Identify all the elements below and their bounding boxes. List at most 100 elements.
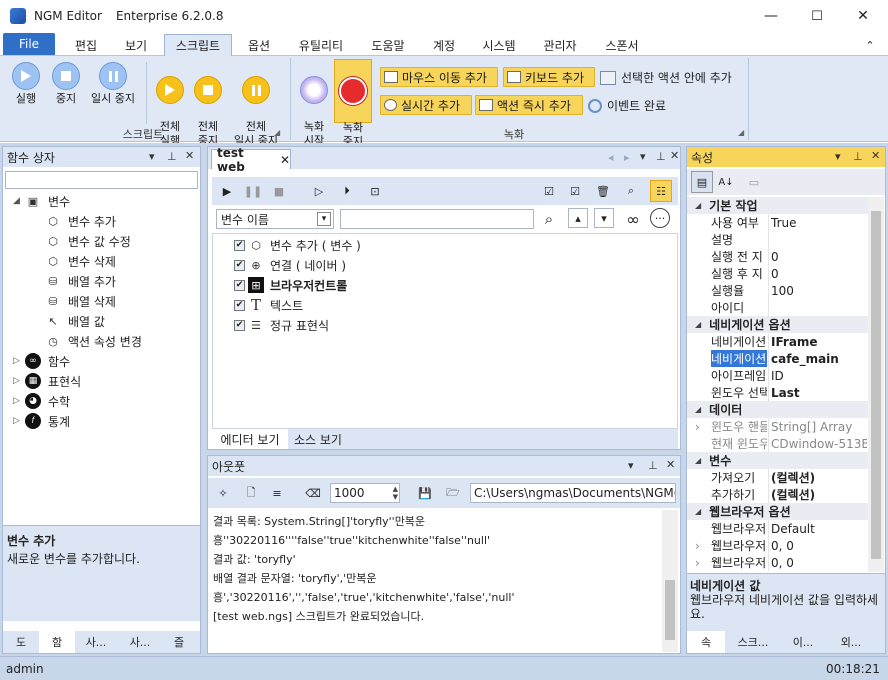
property-value[interactable]: (컬렉션)	[771, 469, 867, 486]
property-row[interactable]: 윈도우 선택 Last	[687, 384, 868, 401]
property-row[interactable]: 실행율 100	[687, 282, 868, 299]
action-item[interactable]: ✔ ⬡ 변수 추가 ( 변수 )	[234, 235, 361, 255]
property-category[interactable]: ◢ 웹브라우저 옵션	[687, 503, 868, 520]
save-icon[interactable]: 💾	[414, 482, 436, 504]
collapse-icon[interactable]: ◢	[695, 405, 701, 414]
property-row[interactable]: 사용 여부 True	[687, 214, 868, 231]
next-tab-icon[interactable]: ▸	[624, 151, 630, 164]
stop-icon[interactable]: ■	[268, 180, 290, 202]
output-count-stepper[interactable]: 1000 ▲ ▼	[330, 483, 400, 503]
collapse-icon[interactable]: ◢	[695, 201, 701, 210]
action-item[interactable]: ✔ ⊞ 브라우저컨트롤	[234, 275, 347, 295]
action-checkbox[interactable]: ✔	[234, 319, 245, 331]
property-value[interactable]: Default	[771, 522, 867, 536]
pin-icon[interactable]: ⊥	[656, 150, 666, 163]
record-dialog-launcher-icon[interactable]: ◢	[738, 128, 744, 137]
collapse-icon[interactable]: ◢	[695, 320, 701, 329]
property-row[interactable]: 네비게이션 cafe_main	[687, 350, 868, 367]
property-row[interactable]: 실행 전 지 0	[687, 248, 868, 265]
function-tree-item[interactable]: 𝑓 통계	[25, 411, 70, 431]
property-value[interactable]: 0, 0	[771, 556, 867, 570]
tab-view[interactable]: 보기	[114, 34, 158, 56]
tab-bottom-4[interactable]: 즐	[163, 631, 195, 653]
property-row[interactable]: › 웹브라우저 0, 0	[687, 554, 868, 571]
property-scrollbar[interactable]	[868, 197, 884, 572]
property-row[interactable]: 가져오기 (컬렉션)	[687, 469, 868, 486]
function-tree-item[interactable]: ↖ 배열 값	[45, 311, 105, 331]
tab-admin[interactable]: 관리자	[534, 34, 586, 56]
tree-view-icon[interactable]: ☷	[650, 180, 672, 202]
property-row[interactable]: 추가하기 (컬렉션)	[687, 486, 868, 503]
check-all-icon[interactable]: ☑	[538, 180, 560, 202]
expand-icon[interactable]: ›	[695, 539, 700, 553]
property-row[interactable]: 아이디	[687, 299, 868, 316]
action-checkbox[interactable]: ✔	[234, 259, 245, 271]
expand-icon[interactable]: ▷	[13, 396, 20, 406]
check-icon[interactable]: ☑	[564, 180, 586, 202]
run-from-icon[interactable]: ⏵	[336, 180, 358, 202]
property-category[interactable]: ◢ 기본 작업	[687, 197, 868, 214]
property-value[interactable]: 0, 0	[771, 539, 867, 553]
property-value[interactable]: 100	[771, 284, 867, 298]
tab-edit[interactable]: 편집	[62, 34, 110, 56]
close-panel-icon[interactable]: ✕	[185, 149, 194, 162]
action-checkbox[interactable]: ✔	[234, 299, 245, 311]
function-tree-item[interactable]: ⛁ 배열 추가	[45, 271, 116, 291]
tab-help[interactable]: 도움말	[362, 34, 414, 56]
tab-bottom-1[interactable]: 함	[39, 631, 75, 653]
property-value[interactable]: (컬렉션)	[771, 486, 867, 503]
tab-system[interactable]: 시스템	[474, 34, 524, 56]
property-category[interactable]: ◢ 변수	[687, 452, 868, 469]
dialog-launcher-icon[interactable]: ◢	[274, 128, 280, 137]
event-complete-button[interactable]: 이벤트 완료	[588, 97, 666, 114]
action-checkbox[interactable]: ✔	[234, 239, 245, 251]
tab-script[interactable]: 스크립트	[164, 34, 232, 56]
property-value[interactable]: IFrame	[771, 335, 867, 349]
function-tree-item[interactable]: ⬡ 변수 삭제	[45, 251, 116, 271]
collapse-icon[interactable]: ◢	[13, 196, 20, 206]
pause-icon[interactable]: ❚❚	[242, 180, 264, 202]
collapse-icon[interactable]: ◢	[695, 507, 701, 516]
new-doc-icon[interactable]: 🗋	[240, 482, 262, 504]
editor-search-input[interactable]	[340, 209, 534, 229]
variable-name-dropdown[interactable]: 변수 이름 ▾	[216, 209, 334, 229]
eraser-icon[interactable]: ⌫	[302, 482, 324, 504]
action-item[interactable]: ✔ T 텍스트	[234, 295, 303, 315]
collapse-icon[interactable]: ◢	[695, 456, 701, 465]
sort-alpha-icon[interactable]: A↓	[715, 171, 737, 193]
run-button[interactable]: 실행	[8, 62, 44, 106]
loop-icon[interactable]: ∞	[622, 208, 644, 230]
tab-external[interactable]: 외...	[825, 631, 877, 653]
tab-bottom-2[interactable]: 사...	[75, 631, 117, 653]
tab-properties[interactable]: 속	[687, 631, 725, 653]
property-row[interactable]: 웹브라우저 Default	[687, 520, 868, 537]
add-in-action-button[interactable]: 선택한 액션 안에 추가	[600, 69, 732, 86]
run-selected-icon[interactable]: ⊡	[364, 180, 386, 202]
close-tab-icon[interactable]: ✕	[280, 153, 290, 167]
scrollbar-thumb[interactable]	[665, 580, 675, 640]
tab-script[interactable]: 스크...	[725, 631, 781, 653]
search-icon[interactable]: ⌕	[620, 180, 642, 202]
add-instant-button[interactable]: 액션 즉시 추가	[475, 95, 583, 115]
source-view-tab[interactable]: 소스 보기	[288, 429, 348, 449]
tab-utility[interactable]: 유틸리티	[290, 34, 352, 56]
property-row[interactable]: 아이프레임 ID	[687, 367, 868, 384]
function-tree-item[interactable]: ⬡ 변수 추가	[45, 211, 116, 231]
file-menu[interactable]: File	[3, 33, 55, 55]
property-value[interactable]: String[] Array	[771, 420, 867, 434]
property-row[interactable]: 현재 윈도우 CDwindow-513BI	[687, 435, 868, 452]
tab-account[interactable]: 계정	[422, 34, 466, 56]
action-item[interactable]: ✔ ⊕ 연결 ( 네이버 )	[234, 255, 346, 275]
property-row[interactable]: 실행 후 지 0	[687, 265, 868, 282]
step-icon[interactable]: ▷	[308, 180, 330, 202]
function-tree-item[interactable]: ▣ 변수	[25, 191, 70, 211]
move-down-icon[interactable]: ▾	[594, 208, 614, 228]
output-scrollbar[interactable]	[662, 510, 678, 652]
property-value[interactable]: 0	[771, 267, 867, 281]
dropdown-icon[interactable]: ▾	[149, 150, 155, 163]
property-category[interactable]: ◢ 네비게이션 옵션	[687, 316, 868, 333]
editor-tab[interactable]: test web ✕	[211, 146, 291, 174]
tab-options[interactable]: 옵션	[236, 34, 282, 56]
function-tree-item[interactable]: ◕ 수학	[25, 391, 70, 411]
action-checkbox[interactable]: ✔	[234, 279, 245, 291]
